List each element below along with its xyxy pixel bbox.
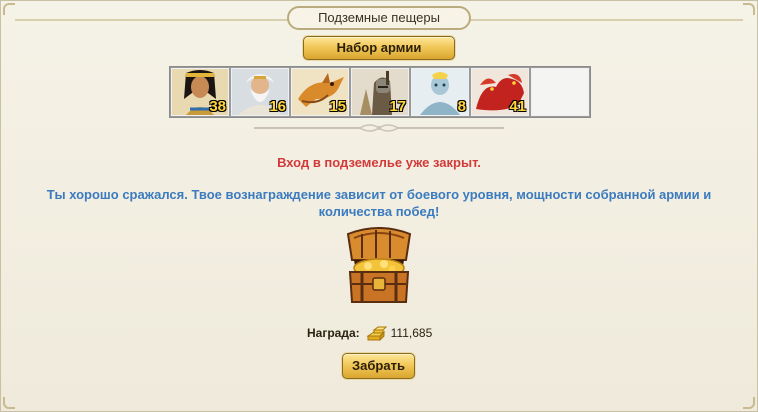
army-recruit-button[interactable]: Набор армии (303, 36, 455, 60)
claim-reward-button[interactable]: Забрать (342, 353, 415, 379)
unit-slot-knight[interactable]: 17 (351, 68, 409, 116)
treasure-chest-icon (346, 227, 412, 303)
unit-count: 16 (269, 98, 286, 115)
reward-info-message: Ты хорошо сражался. Твое вознаграждение … (46, 187, 712, 219)
unit-count: 17 (389, 98, 406, 115)
reward-label: Награда: (307, 326, 360, 340)
frame-corner (743, 397, 755, 409)
gold-bars-icon (365, 326, 387, 342)
reward-row: Награда: 111,685 (307, 323, 432, 343)
unit-slot-golem[interactable]: 8 (411, 68, 469, 116)
frame-corner (3, 3, 15, 15)
dungeon-closed-message: Вход в подземелье уже закрыт. (277, 155, 481, 170)
unit-slot-cleopatra[interactable]: 38 (171, 68, 229, 116)
reward-amount: 111,685 (390, 326, 433, 340)
ornament-divider (254, 124, 504, 132)
unit-slot-dragon[interactable]: 15 (291, 68, 349, 116)
army-units-bar: 38 16 15 17 8 41 (169, 66, 591, 118)
unit-slot-sage[interactable]: 16 (231, 68, 289, 116)
unit-count: 8 (457, 98, 466, 115)
unit-count: 38 (209, 98, 226, 115)
frame-corner (743, 3, 755, 15)
unit-count: 15 (329, 98, 346, 115)
panel-title: Подземные пещеры (287, 6, 471, 30)
unit-count: 41 (509, 98, 526, 115)
unit-slot-hydra[interactable]: 41 (471, 68, 529, 116)
unit-slot-empty[interactable] (531, 68, 589, 116)
frame-corner (3, 397, 15, 409)
